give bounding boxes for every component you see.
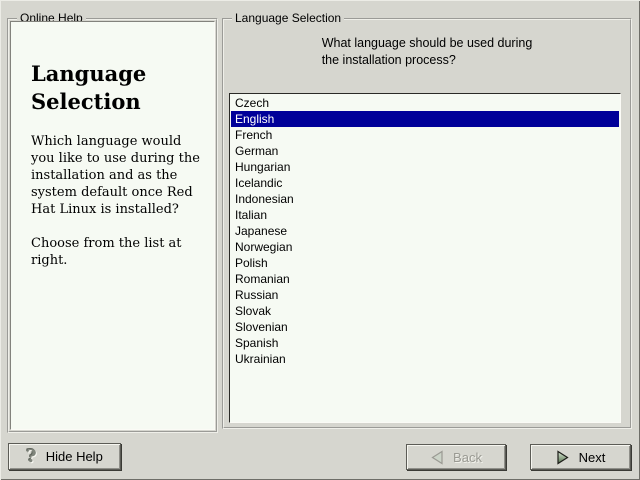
language-question-text: What language should be used during the … xyxy=(322,35,533,69)
language-option[interactable]: Slovenian xyxy=(231,319,619,335)
language-option[interactable]: Norwegian xyxy=(231,239,619,255)
language-option[interactable]: Romanian xyxy=(231,271,619,287)
help-paragraph-2: Choose from the list at right. xyxy=(31,235,206,269)
language-option[interactable]: Japanese xyxy=(231,223,619,239)
language-option[interactable]: Italian xyxy=(231,207,619,223)
next-button-label: Next xyxy=(579,450,606,465)
help-text-panel: Language Selection Which language would … xyxy=(10,21,215,430)
language-option[interactable]: French xyxy=(231,127,619,143)
language-listbox: CzechEnglishFrenchGermanHungarianIceland… xyxy=(229,93,621,423)
language-selection-frame: Language Selection What language should … xyxy=(222,18,632,429)
language-option[interactable]: Czech xyxy=(231,95,619,111)
language-option[interactable]: Indonesian xyxy=(231,191,619,207)
language-list: CzechEnglishFrenchGermanHungarianIceland… xyxy=(231,95,619,421)
language-option[interactable]: Polish xyxy=(231,255,619,271)
back-button[interactable]: Back xyxy=(406,444,506,470)
language-option[interactable]: German xyxy=(231,143,619,159)
next-button[interactable]: Next xyxy=(530,444,631,470)
language-option[interactable]: Icelandic xyxy=(231,175,619,191)
language-option[interactable]: English xyxy=(231,111,619,127)
language-option[interactable]: Spanish xyxy=(231,335,619,351)
hide-help-button[interactable]: ? Hide Help xyxy=(8,443,121,470)
help-content: Language Selection Which language would … xyxy=(11,22,214,269)
back-arrow-icon xyxy=(430,450,444,465)
language-option[interactable]: Hungarian xyxy=(231,159,619,175)
back-button-label: Back xyxy=(453,450,482,465)
online-help-frame: Online Help Language Selection Which lan… xyxy=(7,18,218,433)
installer-window: { "help": { "frame_label": "Online Help"… xyxy=(0,0,640,480)
language-option[interactable]: Russian xyxy=(231,287,619,303)
next-arrow-icon xyxy=(556,450,570,465)
language-option[interactable]: Slovak xyxy=(231,303,619,319)
language-selection-frame-label: Language Selection xyxy=(232,11,344,25)
language-option[interactable]: Ukrainian xyxy=(231,351,619,367)
help-title: Language Selection xyxy=(31,60,181,116)
hide-help-button-label: Hide Help xyxy=(46,449,103,464)
help-paragraph-1: Which language would you like to use dur… xyxy=(31,133,206,218)
question-mark-icon: ? xyxy=(26,448,37,466)
